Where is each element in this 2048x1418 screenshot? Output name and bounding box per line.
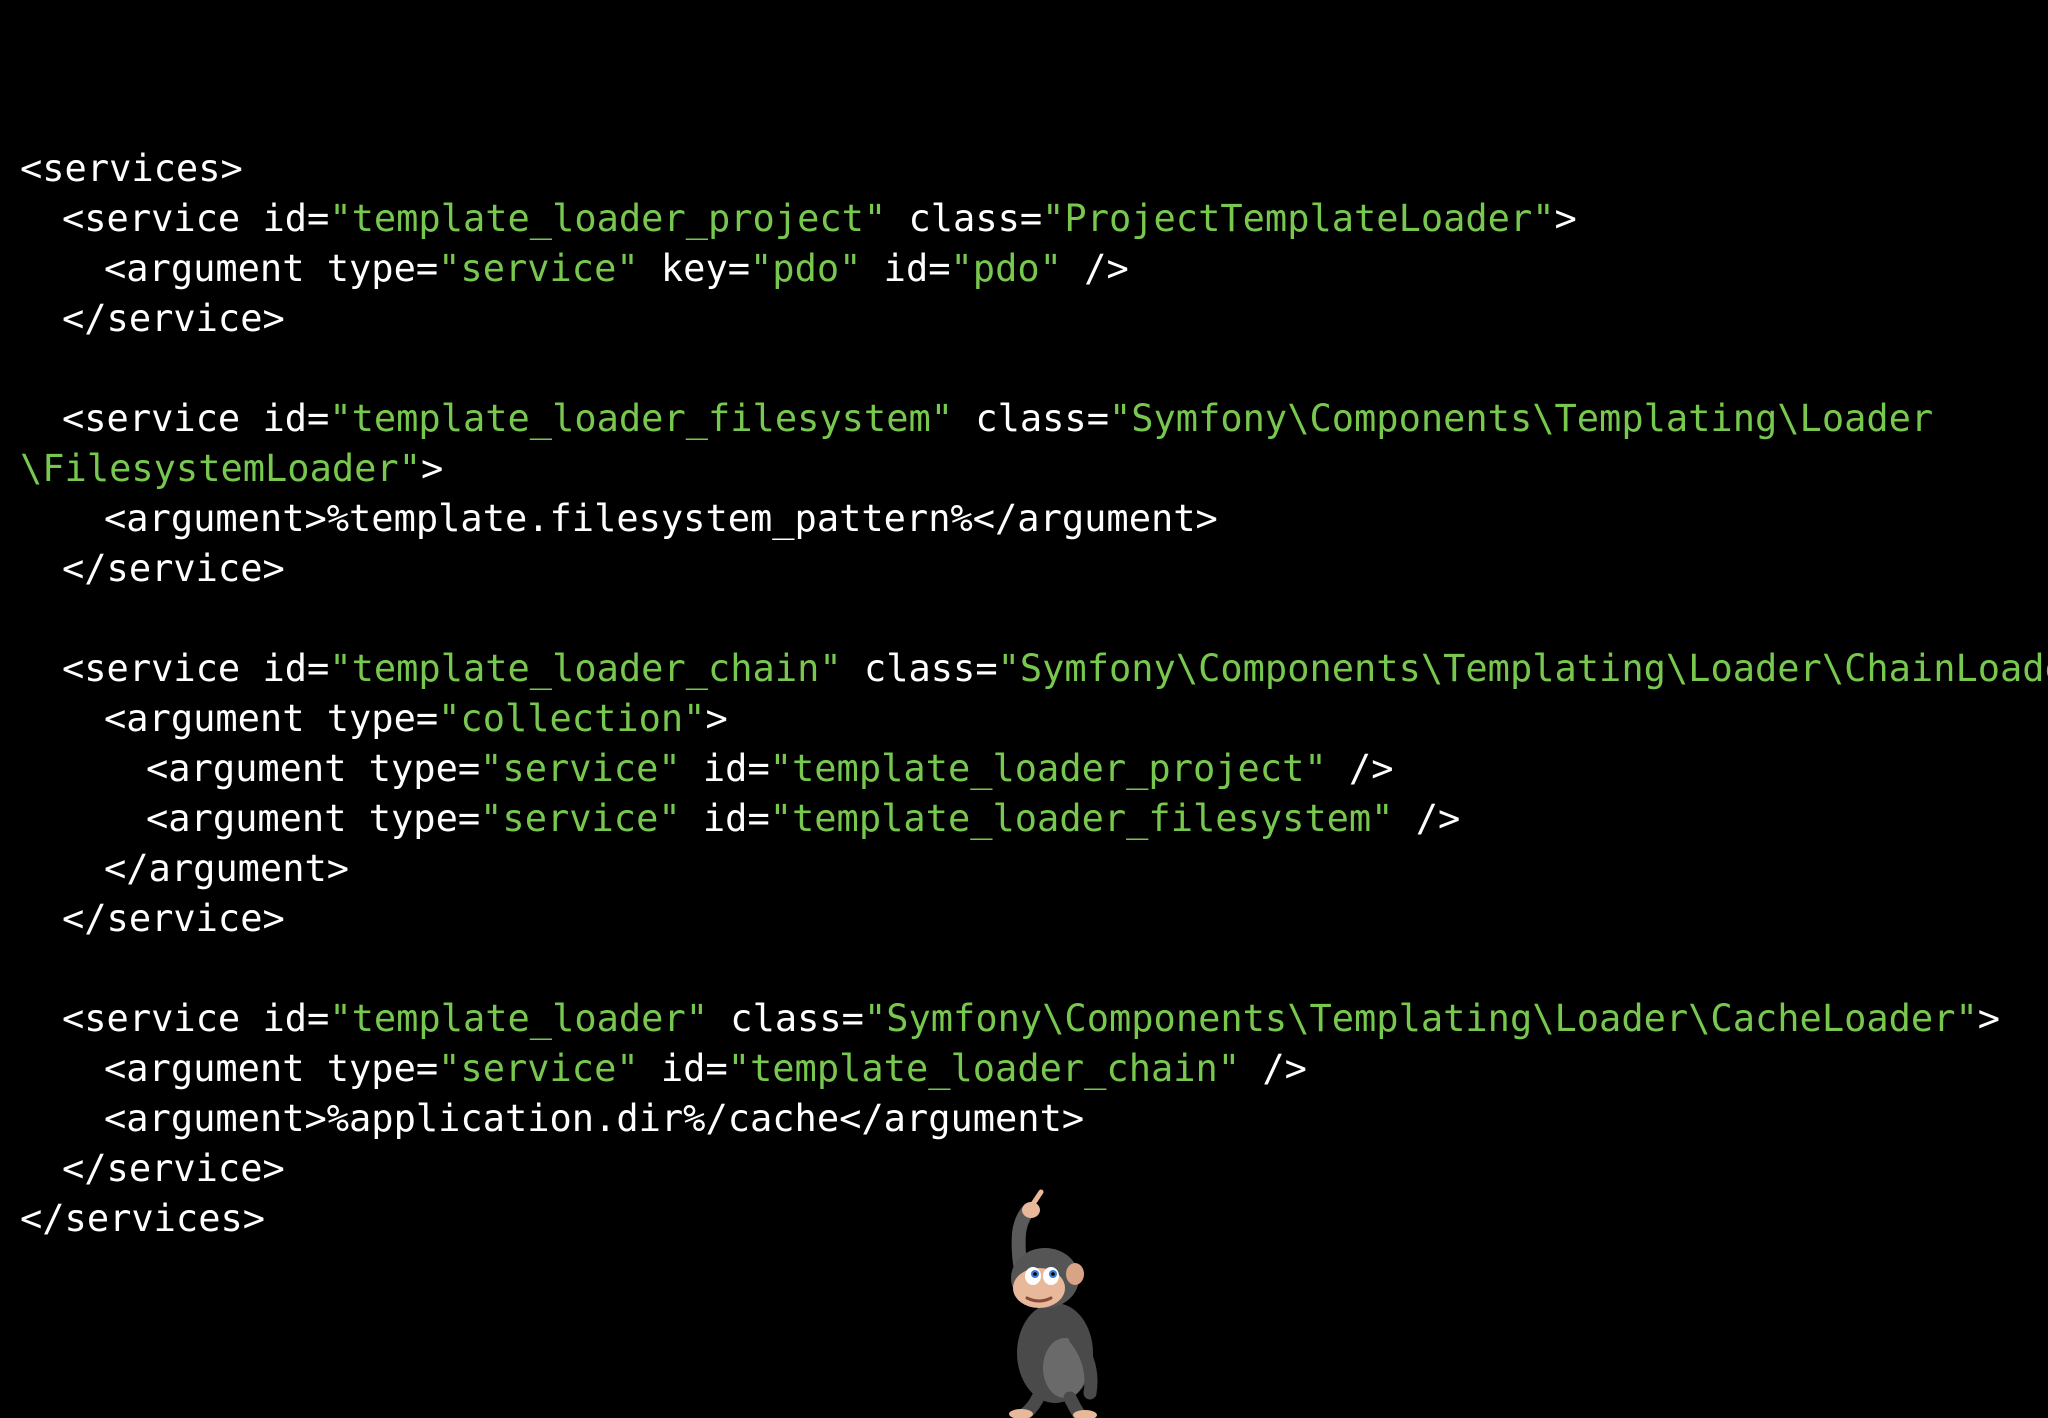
code-line: <argument type="service" key="pdo" id="p… [20,244,2048,294]
code-line: <argument type="service" id="template_lo… [20,1044,2048,1094]
xml-markup: <argument>%application.dir%/cache</argum… [104,1097,1085,1140]
code-line: <service id="template_loader_filesystem"… [20,394,2048,444]
attribute-value: "pdo" [950,247,1062,290]
xml-markup: class= [841,647,998,690]
xml-markup: class= [886,197,1043,240]
attribute-value: "collection" [438,697,706,740]
attribute-value: "template_loader_project" [329,197,887,240]
attribute-value: "template_loader_filesystem" [329,397,954,440]
pointing-monkey-icon [1009,1189,1098,1418]
code-line: <argument>%application.dir%/cache</argum… [20,1094,2048,1144]
xml-markup: <argument type= [104,697,439,740]
attribute-value: "template_loader_chain" [329,647,842,690]
xml-markup: <argument type= [146,747,481,790]
code-line: <services> [20,144,2048,194]
attribute-value: "Symfony\Components\Templating\Loader [1108,397,1934,440]
xml-markup: <argument type= [146,797,481,840]
attribute-value: "template_loader_project" [769,747,1327,790]
xml-markup: </service> [62,297,285,340]
xml-markup: </services> [20,1197,266,1240]
attribute-value: "service" [480,747,681,790]
xml-markup: <argument type= [104,1047,439,1090]
xml-markup: </service> [62,1147,285,1190]
xml-markup: id= [680,747,770,790]
xml-markup: id= [638,1047,728,1090]
xml-markup: > [1977,997,2001,1040]
xml-markup: /> [1326,747,1394,790]
xml-markup: class= [953,397,1109,440]
code-line: <argument>%template.filesystem_pattern%<… [20,494,2048,544]
code-line: </service> [20,294,2048,344]
xml-markup: id= [861,247,951,290]
attribute-value: "template_loader_chain" [727,1047,1241,1090]
code-block: <services> <service id="template_loader_p… [20,144,2048,1244]
code-line: <service id="template_loader" class="Sym… [20,994,2048,1044]
code-line: \FilesystemLoader"> [20,444,2048,494]
xml-markup: > [1554,197,1577,240]
xml-markup: </service> [62,897,285,940]
code-line: <service id="template_loader_project" cl… [20,194,2048,244]
attribute-value: "service" [438,247,639,290]
xml-markup: <argument type= [104,247,439,290]
attribute-value: "pdo" [750,247,862,290]
attribute-value: "template_loader" [329,997,709,1040]
attribute-value: "Symfony\Components\Templating\Loader\Ch… [997,647,2048,690]
code-line: <argument type="service" id="template_lo… [20,794,2048,844]
xml-markup: > [420,447,444,490]
xml-markup: <service id= [62,647,330,690]
code-line: <service id="template_loader_chain" clas… [20,644,2048,694]
attribute-value: "template_loader_filesystem" [769,797,1394,840]
attribute-value: "service" [480,797,681,840]
code-line: <argument type="collection"> [20,694,2048,744]
xml-markup: <service id= [62,197,330,240]
attribute-value: \FilesystemLoader" [20,447,421,490]
xml-markup: <argument>%template.filesystem_pattern%<… [104,497,1218,540]
attribute-value: "Symfony\Components\Templating\Loader\Ca… [863,997,1978,1040]
attribute-value: "ProjectTemplateLoader" [1042,197,1555,240]
code-line: <argument type="service" id="template_lo… [20,744,2048,794]
xml-markup: key= [638,247,751,290]
xml-markup: class= [708,997,864,1040]
xml-markup: <service id= [62,997,330,1040]
code-line: </service> [20,894,2048,944]
xml-markup: <service id= [62,397,330,440]
xml-markup: id= [680,797,770,840]
attribute-value: "service" [438,1047,639,1090]
xml-markup: /> [1061,247,1129,290]
code-line: </service> [20,544,2048,594]
xml-markup: > [705,697,728,740]
xml-markup: </argument> [104,847,350,890]
slide: <services> <service id="template_loader_p… [0,0,2048,1418]
xml-markup: /> [1393,797,1461,840]
xml-markup: <services> [20,147,243,190]
xml-markup: </service> [62,547,285,590]
code-line: </argument> [20,844,2048,894]
code-line: </service> [20,1144,2048,1194]
xml-markup: /> [1240,1047,1307,1090]
